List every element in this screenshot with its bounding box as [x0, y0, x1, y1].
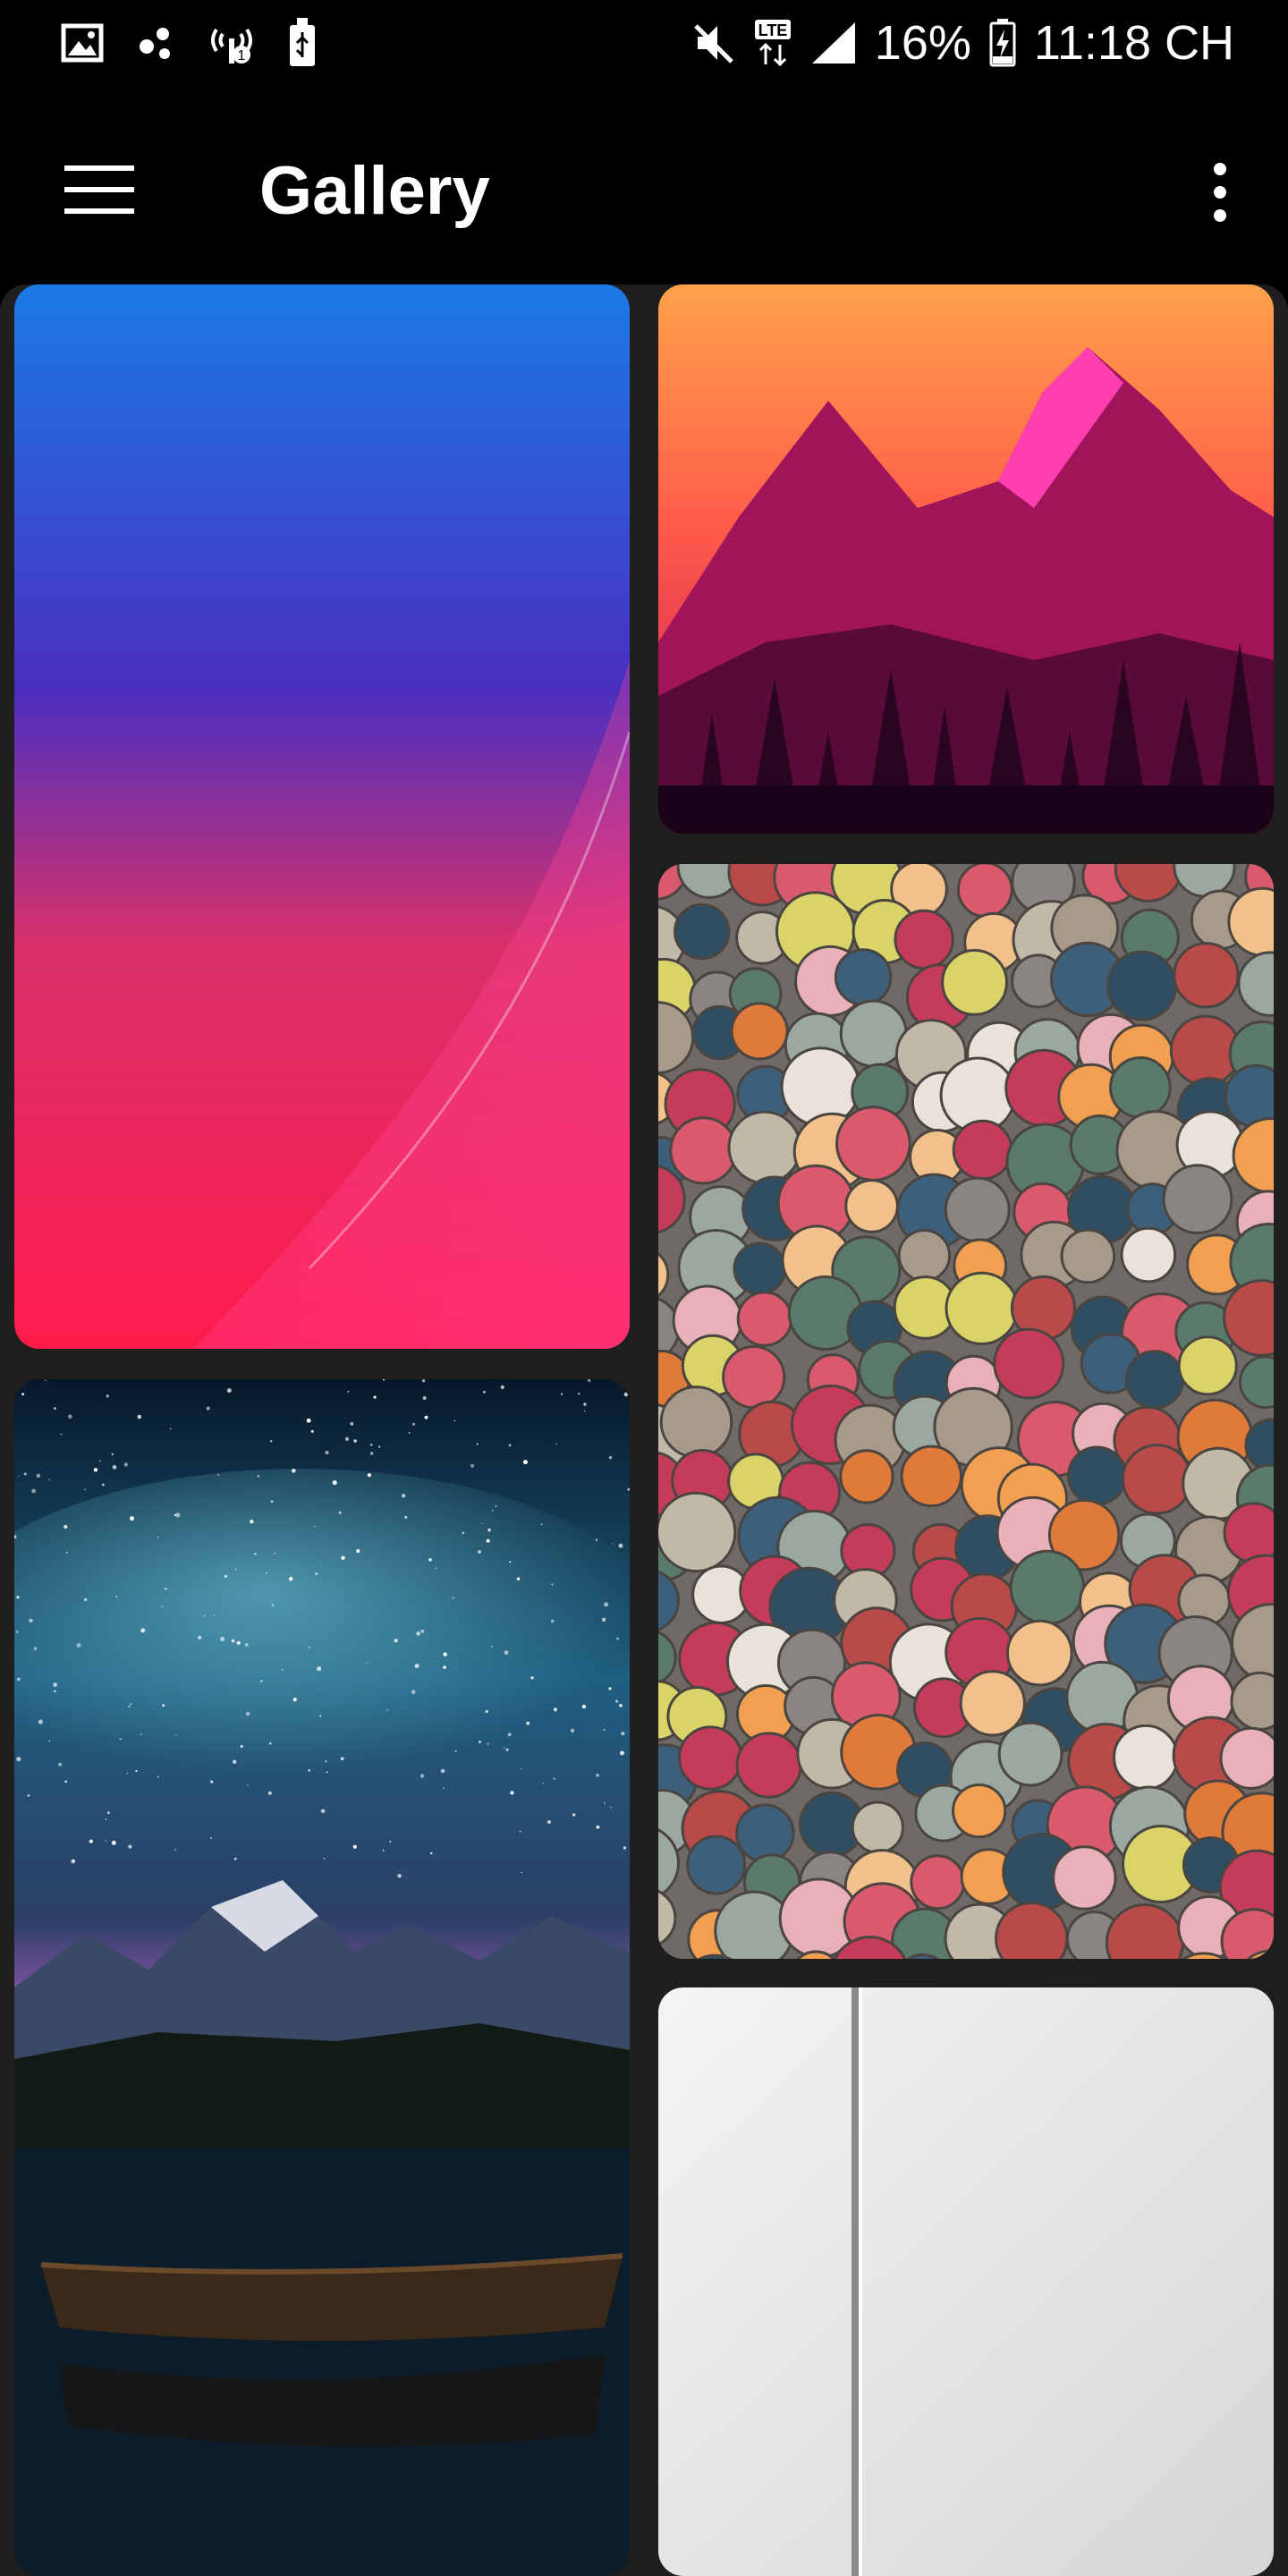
app-bar: Gallery — [0, 98, 1288, 277]
signal-icon — [810, 21, 857, 65]
menu-button[interactable] — [54, 152, 147, 229]
hotspot-icon: 1 — [208, 21, 256, 65]
gallery-grid[interactable] — [0, 284, 1288, 2576]
image-icon — [61, 23, 104, 63]
share-dots-icon — [136, 23, 175, 63]
clock: 11:18 CH — [1033, 16, 1234, 70]
screen: 1 LTE 16% 11:18 CH Gallery — [0, 0, 1288, 2576]
mute-icon — [692, 21, 735, 65]
svg-text:1: 1 — [238, 48, 246, 64]
gallery-item-mountain[interactable] — [658, 284, 1274, 834]
lte-icon: LTE — [753, 18, 792, 68]
battery-percent: 16% — [874, 16, 971, 70]
svg-text:LTE: LTE — [758, 21, 787, 39]
usb-icon — [288, 18, 317, 68]
gallery-item-white-minimal[interactable] — [658, 1987, 1274, 2576]
gallery-item-gradient[interactable] — [14, 284, 630, 1349]
hamburger-menu-icon — [64, 165, 134, 214]
more-vertical-icon — [1214, 163, 1226, 222]
gallery-item-starry-sky[interactable] — [14, 1379, 630, 2576]
page-title: Gallery — [259, 153, 490, 229]
more-options-button[interactable] — [1188, 152, 1252, 233]
status-left-icons: 1 — [61, 18, 317, 68]
status-bar: 1 LTE 16% 11:18 CH — [0, 0, 1288, 86]
battery-icon — [989, 19, 1016, 67]
status-right: LTE 16% 11:18 CH — [692, 14, 1234, 72]
gallery-item-felt-balls[interactable] — [658, 864, 1274, 1959]
